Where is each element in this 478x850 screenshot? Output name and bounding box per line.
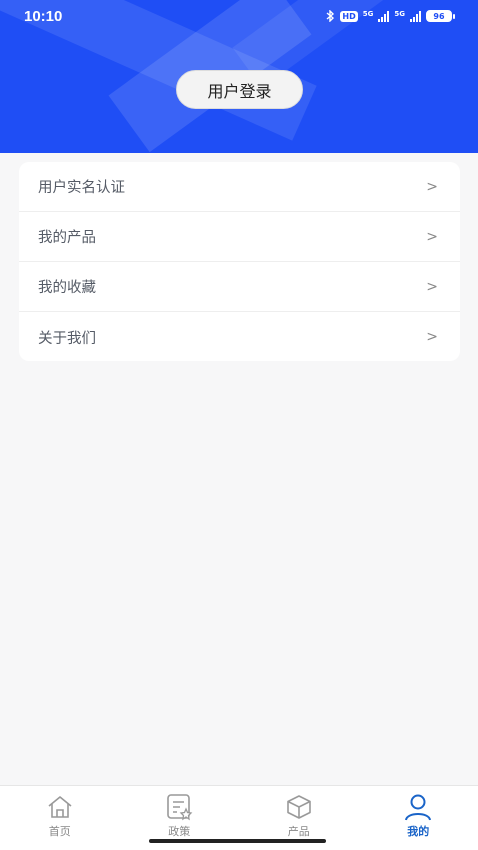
battery-level: 96	[433, 11, 445, 21]
policy-icon	[167, 794, 193, 821]
status-bar: 10:10 HD 5G 5G 96	[0, 0, 478, 32]
chevron-right-icon: >	[426, 329, 438, 345]
network-type-label: 5G	[394, 10, 405, 18]
battery-icon: 96	[426, 10, 455, 22]
menu-item-label: 我的收藏	[38, 280, 96, 296]
menu-item-my-favorites[interactable]: 我的收藏 >	[19, 262, 460, 312]
signal-icon	[378, 10, 390, 22]
nav-label: 首页	[48, 825, 71, 838]
nav-label: 政策	[168, 825, 191, 838]
chevron-right-icon: >	[426, 278, 438, 295]
nav-label: 我的	[407, 825, 430, 838]
signal-icon	[410, 10, 421, 22]
status-time: 10:10	[24, 7, 63, 25]
menu-item-label: 关于我们	[38, 330, 96, 347]
profile-header: 10:10 HD 5G 5G 96 用户登录	[0, 0, 478, 153]
user-icon	[405, 794, 432, 821]
menu-item-about-us[interactable]: 关于我们 >	[19, 312, 460, 361]
network-type-label: 5G	[362, 10, 374, 18]
login-button[interactable]: 用户登录	[176, 70, 303, 109]
chevron-right-icon: >	[426, 228, 438, 245]
bluetooth-icon	[326, 10, 335, 22]
home-icon	[48, 796, 72, 818]
home-indicator[interactable]	[149, 839, 326, 843]
box-icon	[286, 795, 311, 819]
hd-badge: HD	[340, 10, 358, 22]
menu-item-my-products[interactable]: 我的产品 >	[19, 212, 460, 262]
nav-label: 产品	[287, 825, 310, 838]
status-icons: HD 5G 5G 96	[326, 10, 455, 22]
nav-item-home[interactable]: 首页	[0, 786, 120, 850]
menu-item-label: 用户实名认证	[38, 180, 125, 196]
chevron-right-icon: >	[426, 178, 438, 195]
nav-item-mine[interactable]: 我的	[359, 786, 478, 850]
menu-list: 用户实名认证 > 我的产品 > 我的收藏 > 关于我们 >	[19, 162, 460, 361]
menu-item-real-name-auth[interactable]: 用户实名认证 >	[19, 162, 460, 212]
menu-item-label: 我的产品	[38, 230, 96, 246]
